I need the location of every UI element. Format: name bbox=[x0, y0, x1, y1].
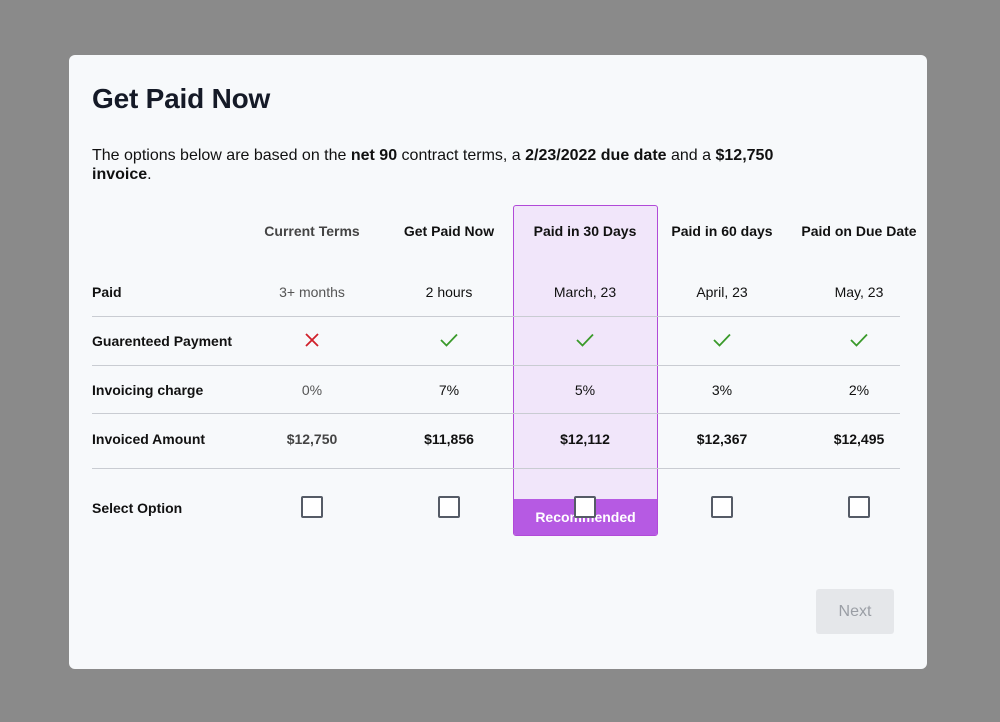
row-label-charge: Invoicing charge bbox=[92, 382, 204, 398]
select-checkbox-paid-due-date[interactable] bbox=[848, 496, 870, 518]
checkbox-cell bbox=[515, 496, 655, 518]
row-divider bbox=[92, 413, 900, 414]
row-label-select: Select Option bbox=[92, 500, 183, 516]
amount-current: $12,750 bbox=[286, 431, 338, 447]
check-icon bbox=[652, 333, 792, 347]
column-header-paid-due-date: Paid on Due Date bbox=[801, 223, 917, 239]
checkbox-cell bbox=[652, 496, 792, 518]
next-button[interactable]: Next bbox=[816, 589, 894, 634]
column-header-current-terms: Current Terms bbox=[264, 223, 360, 239]
charge-60: 3% bbox=[711, 382, 733, 398]
amount-now: $11,856 bbox=[424, 431, 474, 447]
x-icon bbox=[242, 333, 382, 347]
column-header-paid-60-days: Paid in 60 days bbox=[671, 223, 773, 239]
paid-60: April, 23 bbox=[696, 284, 748, 300]
charge-current: 0% bbox=[301, 382, 323, 398]
paid-now: 2 hours bbox=[425, 284, 473, 300]
row-divider bbox=[92, 365, 900, 366]
select-checkbox-paid-60-days[interactable] bbox=[711, 496, 733, 518]
column-header-get-paid-now: Get Paid Now bbox=[403, 223, 495, 239]
charge-30: 5% bbox=[574, 382, 596, 398]
row-label-guaranteed: Guarenteed Payment bbox=[92, 333, 233, 349]
select-checkbox-get-paid-now[interactable] bbox=[438, 496, 460, 518]
row-label-paid: Paid bbox=[92, 284, 122, 300]
paid-current: 3+ months bbox=[279, 284, 345, 300]
charge-now: 7% bbox=[438, 382, 460, 398]
row-divider bbox=[92, 468, 900, 469]
select-checkbox-current-terms[interactable] bbox=[301, 496, 323, 518]
check-icon bbox=[789, 333, 929, 347]
check-icon bbox=[515, 333, 655, 347]
options-table: Current Terms Get Paid Now Paid in 30 Da… bbox=[69, 55, 927, 669]
row-divider bbox=[92, 316, 900, 317]
get-paid-modal: Get Paid Now The options below are based… bbox=[69, 55, 927, 669]
check-icon bbox=[379, 333, 519, 347]
checkbox-cell bbox=[379, 496, 519, 518]
checkbox-cell bbox=[789, 496, 929, 518]
charge-due: 2% bbox=[848, 382, 870, 398]
amount-60: $12,367 bbox=[696, 431, 748, 447]
paid-30: March, 23 bbox=[553, 284, 617, 300]
amount-30: $12,112 bbox=[560, 431, 610, 447]
checkbox-cell bbox=[242, 496, 382, 518]
paid-due: May, 23 bbox=[834, 284, 884, 300]
amount-due: $12,495 bbox=[833, 431, 885, 447]
column-header-paid-30-days: Paid in 30 Days bbox=[533, 223, 637, 239]
row-label-amount: Invoiced Amount bbox=[92, 431, 206, 447]
select-checkbox-paid-30-days[interactable] bbox=[574, 496, 596, 518]
